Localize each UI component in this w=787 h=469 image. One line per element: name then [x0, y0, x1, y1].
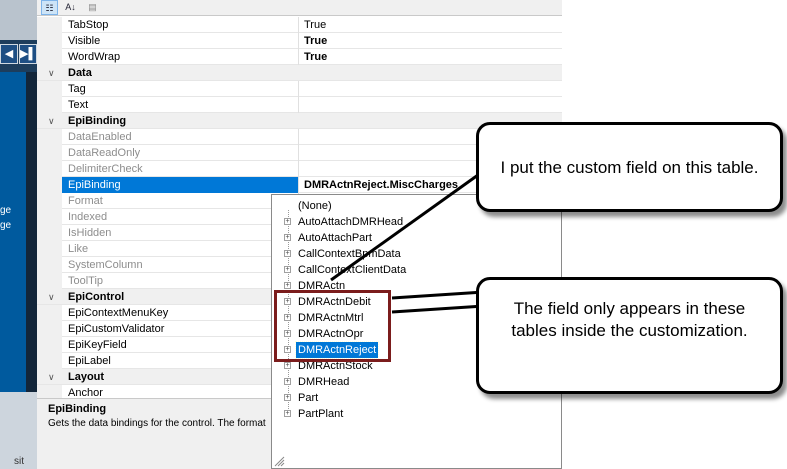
- callout-bottom: The field only appears in these tables i…: [476, 277, 783, 394]
- callout-pointers: [330, 168, 486, 314]
- callout-top: I put the custom field on this table.: [476, 122, 783, 212]
